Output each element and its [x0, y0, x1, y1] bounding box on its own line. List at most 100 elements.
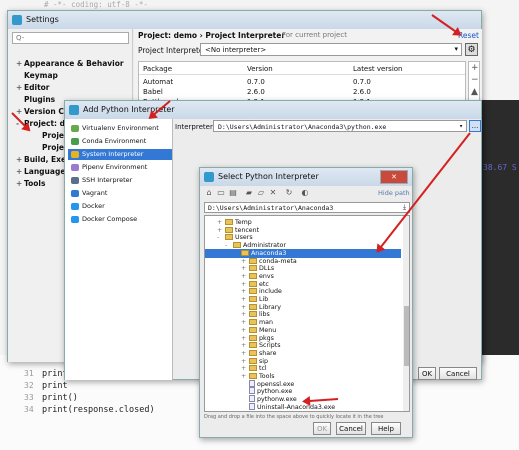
- package-latest-cell[interactable]: 0.7.0: [353, 78, 371, 86]
- folder-icon: [225, 219, 233, 225]
- settings-tree-item[interactable]: + Tools: [16, 179, 45, 188]
- project-icon[interactable]: ▤: [228, 188, 238, 198]
- interpreter-select[interactable]: <No interpreter> ▾: [200, 43, 462, 56]
- environment-item[interactable]: Conda Environment: [68, 136, 172, 147]
- folder-icon: [249, 257, 257, 264]
- package-name-cell[interactable]: Babel: [143, 88, 163, 96]
- editor-top-code: # -*- coding: utf-8 -*-: [44, 0, 148, 9]
- settings-search-input[interactable]: Q-: [12, 32, 129, 44]
- refresh-icon[interactable]: ↻: [284, 188, 294, 198]
- tree-item-label: Build, Exe: [24, 155, 67, 164]
- line-number: 31: [24, 369, 34, 378]
- add-icon[interactable]: +: [471, 63, 479, 73]
- settings-tree-item[interactable]: + Build, Exe: [16, 155, 66, 164]
- tree-toggle-icon[interactable]: +: [16, 155, 24, 164]
- breadcrumb-note: For current project: [282, 31, 347, 39]
- close-icon[interactable]: ✕: [380, 170, 408, 184]
- line-number: 32: [24, 381, 34, 390]
- tree-item-label: Languages: [24, 167, 70, 176]
- tree-row-label: Uninstall-Anaconda3.exe: [257, 403, 336, 411]
- environment-label: Vagrant: [82, 189, 108, 197]
- cancel-button[interactable]: Cancel: [439, 367, 477, 380]
- folder-row[interactable]: - Anaconda3: [205, 248, 401, 258]
- new-folder-icon[interactable]: ▰: [244, 188, 254, 198]
- tree-toggle-icon[interactable]: +: [16, 59, 24, 68]
- interpreter-label: Interpreter:: [175, 123, 216, 131]
- package-version-cell[interactable]: 0.7.0: [247, 78, 265, 86]
- package-version-cell[interactable]: 2.6.0: [247, 88, 265, 96]
- column-header[interactable]: Version: [247, 65, 273, 73]
- ok-button[interactable]: OK: [418, 367, 436, 380]
- chevron-down-icon: ▾: [459, 122, 463, 130]
- settings-tree-item[interactable]: Plugins: [16, 95, 55, 104]
- tree-item-label: Appearance & Behavior: [24, 59, 124, 68]
- file-row[interactable]: Uninstall-Anaconda3.exe: [241, 402, 336, 411]
- path-value: D:\Users\Administrator\Anaconda3: [208, 204, 334, 212]
- environment-icon: [71, 138, 79, 145]
- path-field[interactable]: D:\Users\Administrator\Anaconda3 ⤓: [204, 202, 410, 213]
- show-hidden-icon[interactable]: ◐: [300, 188, 310, 198]
- file-icon: [249, 402, 255, 410]
- remove-icon[interactable]: −: [471, 75, 479, 85]
- environment-item[interactable]: Docker: [68, 201, 172, 212]
- settings-tree-item[interactable]: + Languages: [16, 167, 70, 176]
- scrollbar[interactable]: [403, 216, 409, 411]
- browse-button[interactable]: ...: [469, 120, 481, 132]
- settings-tree-item[interactable]: Keymap: [16, 71, 58, 80]
- tree-toggle-icon[interactable]: +: [16, 167, 24, 176]
- select-interpreter-titlebar[interactable]: Select Python Interpreter ✕: [200, 168, 412, 186]
- environment-item[interactable]: Virtualenv Environment: [68, 123, 172, 134]
- gear-icon[interactable]: ⚙: [465, 43, 478, 56]
- folder-icon: [249, 357, 257, 364]
- delete-icon[interactable]: ✕: [268, 188, 278, 198]
- folder-icon: [249, 319, 257, 326]
- environment-item[interactable]: Pipenv Environment: [68, 162, 172, 173]
- package-latest-cell[interactable]: 2.6.0: [353, 88, 371, 96]
- tree-toggle-icon[interactable]: -: [233, 249, 241, 258]
- interpreter-label: Project Interpreter:: [138, 46, 209, 55]
- file-icon: [249, 395, 255, 403]
- code-line: print(): [42, 393, 78, 403]
- folder-icon: [249, 334, 257, 341]
- settings-tree-item[interactable]: + Editor: [16, 83, 50, 92]
- column-header[interactable]: Latest version: [353, 65, 403, 73]
- add-interpreter-titlebar[interactable]: Add Python Interpreter: [65, 101, 481, 119]
- help-button[interactable]: Help: [371, 422, 401, 435]
- environment-icon: [71, 125, 79, 132]
- environment-item[interactable]: SSH Interpreter: [68, 175, 172, 186]
- tree-toggle-icon[interactable]: +: [16, 179, 24, 188]
- package-name-cell[interactable]: Automat: [143, 78, 173, 86]
- environment-icon: [71, 164, 79, 171]
- tree-toggle-icon[interactable]: -: [217, 233, 225, 242]
- console-strip: [482, 100, 519, 360]
- upgrade-icon[interactable]: ▲: [471, 87, 478, 97]
- tree-toggle-icon[interactable]: +: [16, 107, 24, 116]
- environment-item[interactable]: Vagrant: [68, 188, 172, 199]
- code-line: print(response.closed): [42, 405, 155, 415]
- tree-item-label: Plugins: [24, 95, 56, 104]
- folder-icon: [249, 311, 257, 318]
- cancel-button[interactable]: Cancel: [336, 422, 366, 435]
- desktop-icon[interactable]: ▭: [216, 188, 226, 198]
- ok-button[interactable]: OK: [313, 422, 331, 435]
- folder-icon: [225, 226, 233, 233]
- download-icon[interactable]: ⤓: [403, 203, 406, 212]
- tree-toggle-icon[interactable]: +: [16, 83, 24, 92]
- settings-tree-item[interactable]: + Appearance & Behavior: [16, 59, 124, 68]
- environment-label: System Interpreter: [82, 150, 144, 158]
- chevron-down-icon: ▾: [454, 45, 458, 53]
- interpreter-path-field[interactable]: D:\Users\Administrator\Anaconda3\python.…: [213, 120, 467, 132]
- scrollbar-thumb[interactable]: [404, 306, 409, 366]
- environment-item[interactable]: System Interpreter: [68, 149, 172, 160]
- environment-label: Pipenv Environment: [82, 163, 148, 171]
- file-icon: [249, 387, 255, 395]
- settings-titlebar[interactable]: Settings: [8, 11, 481, 29]
- new-folder-alt-icon[interactable]: ▱: [256, 188, 266, 198]
- home-icon[interactable]: ⌂: [204, 188, 214, 198]
- folder-icon: [241, 249, 249, 256]
- hide-path-link[interactable]: Hide path: [378, 189, 410, 197]
- column-header[interactable]: Package: [143, 65, 172, 73]
- environment-item[interactable]: Docker Compose: [68, 214, 172, 225]
- folder-icon: [249, 296, 257, 302]
- folder-icon: [249, 288, 257, 295]
